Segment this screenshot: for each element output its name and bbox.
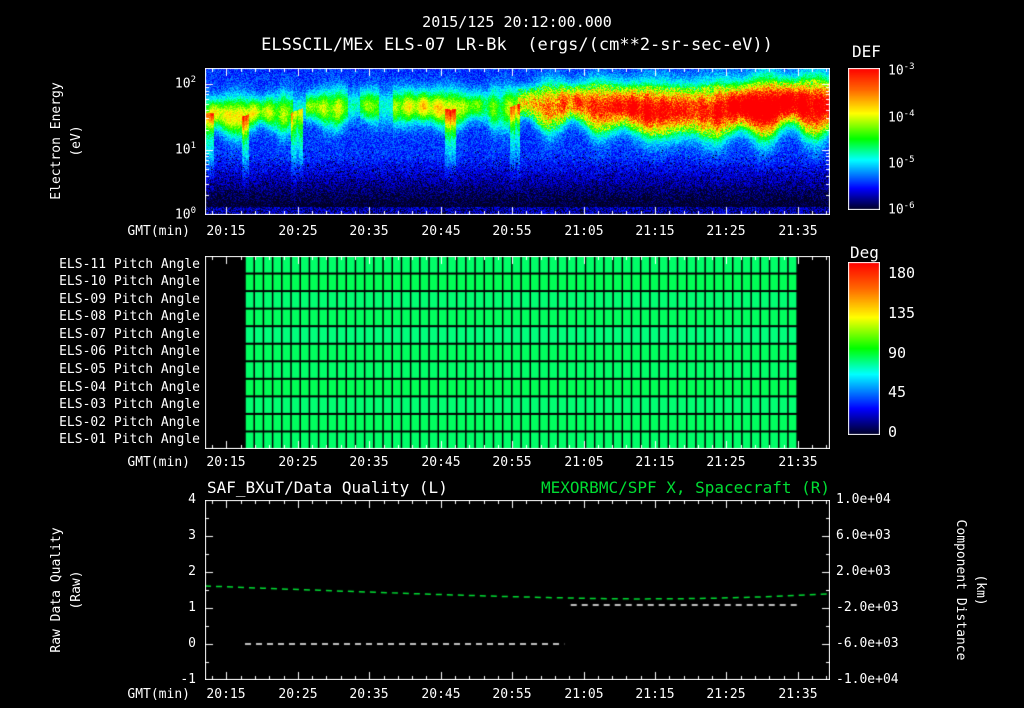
pitch-row-label: ELS-09 Pitch Angle [59,292,200,307]
deg-colorbar-tick: 135 [888,304,916,322]
pitch-row-label: ELS-03 Pitch Angle [59,397,200,412]
bottom-ylabel-right-units: (km) [973,574,988,606]
x-tick-label: 20:35 [349,687,389,702]
page-subtitle: ELSSCIL/MEx ELS-07 LR-Bk (ergs/(cm**2-sr… [261,35,773,55]
spectrogram-ytick: 100 [174,206,196,223]
left-ytick: 3 [188,528,196,543]
right-ytick: 1.0e+04 [836,492,891,507]
left-ytick: 2 [188,564,196,579]
x-tick-label: 21:15 [635,687,675,702]
def-colorbar-tick: 10-3 [888,62,915,79]
pitch-row-label: ELS-10 Pitch Angle [59,274,200,289]
x-tick-label: 21:15 [635,224,675,239]
x-axis-label: GMT(min) [127,455,190,470]
x-axis-label: GMT(min) [127,224,190,239]
deg-colorbar-tick: 90 [888,344,907,362]
deg-colorbar-tick: 0 [888,423,898,441]
x-tick-label: 20:25 [278,455,318,470]
deg-colorbar-tick: 180 [888,264,916,282]
spectrogram-ylabel-units: (eV) [69,125,84,157]
page-title: 2015/125 20:12:00.000 [422,13,612,31]
right-ytick: -6.0e+03 [836,636,899,651]
x-tick-label: 20:45 [421,224,461,239]
x-tick-label: 21:25 [706,224,746,239]
bottom-title-left: SAF_BXuT/Data Quality (L) [207,478,448,497]
bottom-ylabel-left-units: (Raw) [69,570,84,610]
pitch-row-label: ELS-06 Pitch Angle [59,344,200,359]
pitch-row-label: ELS-04 Pitch Angle [59,380,200,395]
pitch-row-label: ELS-01 Pitch Angle [59,432,200,447]
x-tick-label: 20:25 [278,687,318,702]
left-ytick: 0 [188,636,196,651]
x-tick-label: 20:15 [206,687,246,702]
bottom-ylabel-left: Raw Data Quality [49,527,64,653]
pitch-angle-heatmap [205,256,830,449]
deg-colorbar [848,262,880,435]
electron-energy-spectrogram [205,68,830,215]
x-tick-label: 20:55 [492,224,532,239]
x-tick-label: 20:45 [421,455,461,470]
pitch-row-label: ELS-02 Pitch Angle [59,415,200,430]
x-tick-label: 20:55 [492,687,532,702]
x-tick-label: 20:55 [492,455,532,470]
x-axis-label: GMT(min) [127,687,190,702]
x-tick-label: 21:05 [564,224,604,239]
x-tick-label: 21:35 [778,224,818,239]
x-tick-label: 20:15 [206,455,246,470]
def-colorbar-title: DEF [852,42,881,61]
x-tick-label: 21:35 [778,687,818,702]
x-tick-label: 20:15 [206,224,246,239]
bottom-ylabel-right: Component Distance [953,519,968,661]
pitch-row-label: ELS-11 Pitch Angle [59,257,200,272]
right-ytick: -2.0e+03 [836,600,899,615]
x-tick-label: 21:35 [778,455,818,470]
deg-colorbar-title: Deg [850,243,879,262]
x-tick-label: 21:25 [706,687,746,702]
x-tick-label: 21:15 [635,455,675,470]
left-ytick: 4 [188,492,196,507]
pitch-row-label: ELS-08 Pitch Angle [59,309,200,324]
spectrogram-ytick: 102 [174,75,196,92]
pitch-row-label: ELS-07 Pitch Angle [59,327,200,342]
x-tick-label: 20:45 [421,687,461,702]
right-ytick: 6.0e+03 [836,528,891,543]
x-tick-label: 21:25 [706,455,746,470]
spectrogram-ytick: 101 [174,141,196,158]
x-tick-label: 20:25 [278,224,318,239]
left-ytick: -1 [180,672,196,687]
bottom-title-right: MEXORBMC/SPF X, Spacecraft (R) [541,478,830,497]
plot-screen: 2015/125 20:12:00.000 ELSSCIL/MEx ELS-07… [0,0,1024,708]
def-colorbar-tick: 10-5 [888,155,915,172]
def-colorbar-tick: 10-4 [888,109,915,126]
def-colorbar-tick: 10-6 [888,201,915,218]
x-tick-label: 20:35 [349,455,389,470]
deg-colorbar-tick: 45 [888,383,907,401]
left-ytick: 1 [188,600,196,615]
spectrogram-ylabel: Electron Energy [49,82,64,200]
quality-distance-lineplot [205,500,830,680]
def-colorbar [848,68,880,210]
x-tick-label: 20:35 [349,224,389,239]
x-tick-label: 21:05 [564,687,604,702]
right-ytick: -1.0e+04 [836,672,899,687]
pitch-row-label: ELS-05 Pitch Angle [59,362,200,377]
right-ytick: 2.0e+03 [836,564,891,579]
x-tick-label: 21:05 [564,455,604,470]
